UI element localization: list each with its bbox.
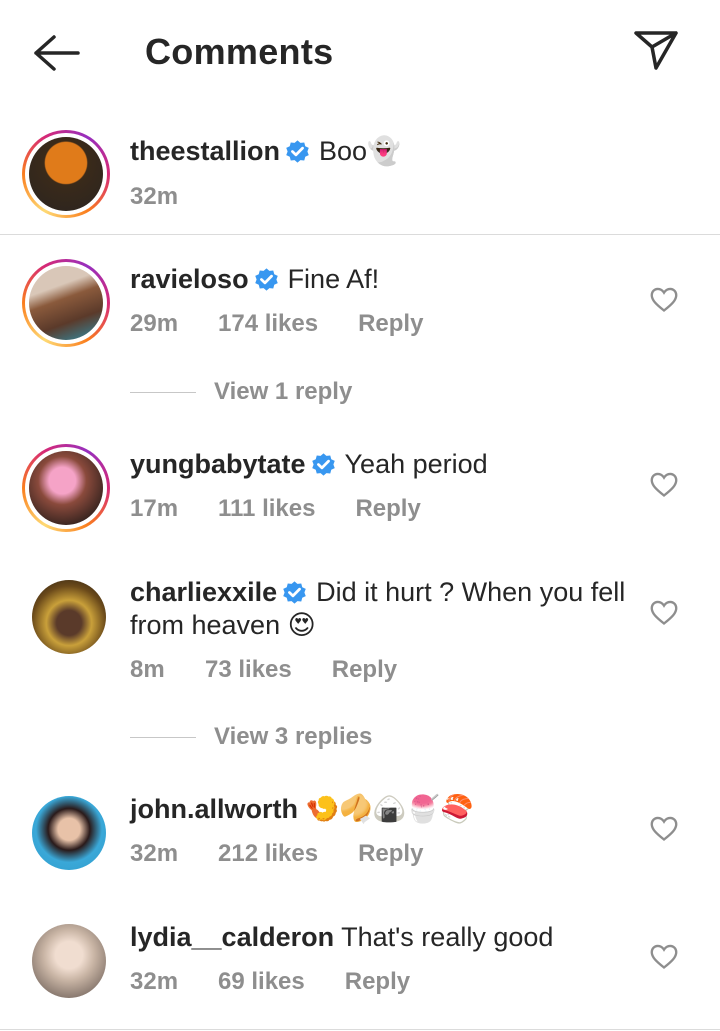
comment-time: 17m xyxy=(130,495,179,522)
heart-outline-icon[interactable] xyxy=(650,600,678,626)
heart-outline-icon[interactable] xyxy=(650,472,678,498)
view-replies-label: View 1 reply xyxy=(214,378,353,405)
verified-badge-icon xyxy=(310,451,337,478)
caption-text: Boo👻 xyxy=(319,136,401,166)
likes-count[interactable]: 69 likes xyxy=(218,968,305,996)
view-replies-button[interactable]: View 3 replies xyxy=(130,723,372,751)
comment-time: 32m xyxy=(130,968,179,995)
heart-outline-icon[interactable] xyxy=(650,287,678,313)
heart-outline-icon[interactable] xyxy=(650,944,678,970)
comment-text: Fine Af! xyxy=(287,264,380,294)
comment-text: 🍤🥠🍙🍧🍣 xyxy=(305,794,474,824)
comment-username[interactable]: ravieloso xyxy=(130,264,249,294)
heart-outline-icon[interactable] xyxy=(650,816,678,842)
comment-username[interactable]: charliexxile xyxy=(130,577,277,607)
avatar[interactable] xyxy=(32,796,106,870)
likes-count[interactable]: 111 likes xyxy=(218,495,315,523)
avatar[interactable] xyxy=(22,259,110,347)
verified-badge-icon xyxy=(281,579,308,606)
avatar[interactable] xyxy=(32,924,106,998)
caption-username[interactable]: theestallion xyxy=(130,136,280,166)
view-replies-button[interactable]: View 1 reply xyxy=(130,378,352,406)
bottom-divider xyxy=(0,1029,720,1030)
avatar[interactable] xyxy=(22,130,110,218)
back-arrow-icon[interactable] xyxy=(30,33,82,73)
comment-text: Yeah period xyxy=(344,449,488,479)
reply-button[interactable]: Reply xyxy=(332,656,397,684)
likes-count[interactable]: 73 likes xyxy=(205,656,292,684)
paper-plane-icon[interactable] xyxy=(632,28,680,72)
comment-username[interactable]: lydia__calderon xyxy=(130,922,334,952)
view-replies-label: View 3 replies xyxy=(214,723,373,750)
verified-badge-icon xyxy=(253,266,280,293)
comment-time: 8m xyxy=(130,656,165,683)
divider xyxy=(0,234,720,235)
verified-badge-icon xyxy=(284,138,311,165)
header: Comments xyxy=(0,0,720,105)
avatar[interactable] xyxy=(22,444,110,532)
page-title: Comments xyxy=(145,31,334,72)
reply-button[interactable]: Reply xyxy=(358,310,423,338)
reply-button[interactable]: Reply xyxy=(345,968,410,996)
reply-button[interactable]: Reply xyxy=(355,495,420,523)
replies-line xyxy=(130,737,196,739)
comment-username[interactable]: yungbabytate xyxy=(130,449,306,479)
likes-count[interactable]: 174 likes xyxy=(218,310,318,338)
reply-button[interactable]: Reply xyxy=(358,840,423,868)
comment-username[interactable]: john.allworth xyxy=(130,794,298,824)
avatar[interactable] xyxy=(32,580,106,654)
replies-line xyxy=(130,392,196,394)
likes-count[interactable]: 212 likes xyxy=(218,840,318,868)
comment-text: That's really good xyxy=(341,922,554,952)
comment-time: 32m xyxy=(130,840,179,867)
caption-time: 32m xyxy=(130,183,179,210)
comment-time: 29m xyxy=(130,310,179,337)
